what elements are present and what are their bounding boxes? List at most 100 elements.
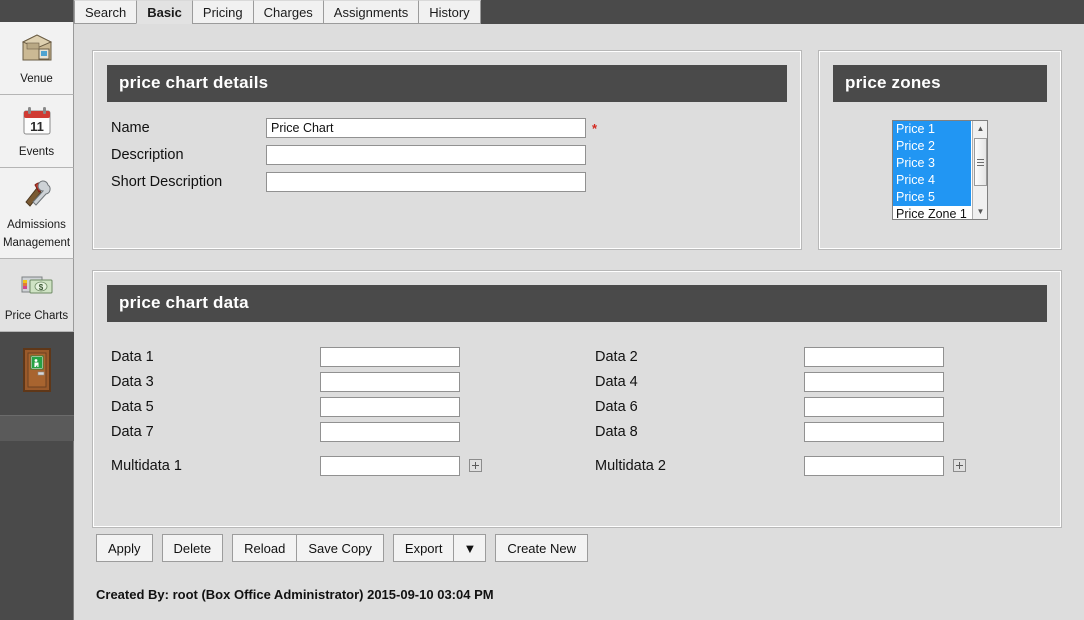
data-row: Multidata 2 (577, 453, 1061, 478)
grip-lines-icon (977, 157, 984, 168)
tab-label: History (429, 4, 470, 20)
apply-group: Apply (96, 534, 153, 562)
price-zones-options: Price 1 Price 2 Price 3 Price 4 Price 5 … (893, 121, 971, 219)
sidebar-exit-area (0, 332, 74, 441)
panel-title: price chart data (107, 285, 1047, 322)
delete-group: Delete (161, 534, 224, 562)
data-label: Data 3 (111, 373, 154, 390)
data-7-input[interactable] (320, 421, 460, 442)
create-new-button[interactable]: Create New (495, 534, 588, 562)
list-item[interactable]: Price Zone 1 (893, 206, 971, 219)
add-multidata-2-icon[interactable] (953, 459, 966, 472)
data-label: Data 1 (111, 348, 154, 365)
data-row: Data 7 (93, 419, 577, 444)
tab-history[interactable]: History (418, 0, 481, 24)
data-label: Multidata 1 (111, 457, 182, 474)
data-label: Data 8 (595, 423, 638, 440)
created-by-footer: Created By: root (Box Office Administrat… (96, 587, 494, 602)
price-chart-data-panel: price chart data Data 1 Data 3 Data 5 Da… (92, 270, 1062, 528)
list-item[interactable]: Price 5 (893, 189, 971, 206)
sidebar-item-label: Admissions Management (2, 219, 71, 249)
data-row: Data 2 (577, 344, 1061, 369)
form-row-short-description: Short Description (111, 172, 801, 192)
data-3-input[interactable] (320, 371, 460, 392)
data-row: Data 5 (93, 394, 577, 419)
export-dropdown-chevron-down-icon[interactable]: ▼ (453, 534, 487, 562)
data-6-input[interactable] (804, 396, 944, 417)
sidebar-top-strip (0, 0, 73, 22)
tab-basic[interactable]: Basic (136, 0, 193, 24)
panel-title: price chart details (107, 65, 787, 102)
sidebar-item-events[interactable]: 11 Events (0, 95, 74, 168)
tab-label: Search (85, 4, 127, 20)
exit-door-icon[interactable] (17, 346, 57, 399)
data-label: Data 2 (595, 348, 638, 365)
data-1-input[interactable] (320, 346, 460, 367)
data-grid: Data 1 Data 3 Data 5 Data 7 Multidata 1 … (93, 344, 1061, 478)
scrollbar-thumb[interactable] (974, 138, 987, 186)
tab-label: Pricing (202, 4, 243, 20)
calendar-icon: 11 (17, 103, 57, 139)
scroll-down-icon[interactable]: ▼ (973, 204, 987, 219)
description-label: Description (111, 147, 184, 163)
sidebar-item-label: Events (18, 146, 55, 158)
reload-save-group: Reload Save Copy (232, 534, 384, 562)
data-label: Multidata 2 (595, 457, 666, 474)
sidebar-item-price-charts[interactable]: $ Price Charts (0, 259, 74, 332)
short-description-input[interactable] (266, 172, 586, 192)
price-zones-listbox[interactable]: Price 1 Price 2 Price 3 Price 4 Price 5 … (892, 120, 988, 220)
add-multidata-1-icon[interactable] (469, 459, 482, 472)
list-item[interactable]: Price 1 (893, 121, 971, 138)
tab-list: Search Basic Pricing Charges Assignments… (74, 0, 1084, 24)
data-row: Data 8 (577, 419, 1061, 444)
description-input[interactable] (266, 145, 586, 165)
multidata-2-input[interactable] (804, 455, 944, 476)
scroll-up-icon[interactable]: ▲ (973, 121, 987, 136)
tools-icon (17, 176, 57, 212)
sidebar-bottom-filler (0, 415, 74, 441)
multidata-1-input[interactable] (320, 455, 460, 476)
tab-pricing[interactable]: Pricing (191, 0, 254, 24)
form-row-name: Name * (111, 118, 801, 138)
data-row: Data 3 (93, 369, 577, 394)
tab-label: Basic (147, 4, 182, 20)
tab-label: Assignments (333, 4, 409, 20)
panel-title: price zones (833, 65, 1047, 102)
list-item[interactable]: Price 2 (893, 138, 971, 155)
sidebar-item-label: Venue (20, 73, 53, 85)
data-column-right: Data 2 Data 4 Data 6 Data 8 Multidata 2 (577, 344, 1061, 478)
action-button-bar: Apply Delete Reload Save Copy Export ▼ C… (96, 534, 597, 562)
apply-button[interactable]: Apply (96, 534, 153, 562)
data-8-input[interactable] (804, 421, 944, 442)
sidebar-item-venue[interactable]: Venue (0, 22, 74, 95)
sidebar: Venue 11 Events Admissions Management $ … (0, 0, 74, 620)
data-2-input[interactable] (804, 346, 944, 367)
export-button[interactable]: Export (392, 534, 455, 562)
reload-button[interactable]: Reload (232, 534, 298, 562)
data-row: Multidata 1 (93, 453, 577, 478)
export-group: Export ▼ (392, 534, 487, 562)
form-row-description: Description (111, 145, 801, 165)
save-copy-button[interactable]: Save Copy (296, 534, 384, 562)
sidebar-item-admissions-management[interactable]: Admissions Management (0, 168, 74, 259)
list-item[interactable]: Price 4 (893, 172, 971, 189)
data-5-input[interactable] (320, 396, 460, 417)
name-input[interactable] (266, 118, 586, 138)
venue-icon (17, 30, 57, 66)
tab-charges[interactable]: Charges (252, 0, 324, 24)
svg-text:$: $ (38, 283, 43, 292)
content-area: price chart details Name * Description S… (74, 24, 1084, 620)
svg-text:11: 11 (30, 119, 44, 134)
tab-search[interactable]: Search (74, 0, 138, 24)
data-4-input[interactable] (804, 371, 944, 392)
tab-assignments[interactable]: Assignments (322, 0, 420, 24)
name-label: Name (111, 120, 150, 136)
money-icon: $ (17, 267, 57, 303)
list-item[interactable]: Price 3 (893, 155, 971, 172)
listbox-scrollbar[interactable]: ▲ ▼ (972, 121, 987, 219)
data-row: Data 6 (577, 394, 1061, 419)
data-label: Data 6 (595, 398, 638, 415)
data-column-left: Data 1 Data 3 Data 5 Data 7 Multidata 1 (93, 344, 577, 478)
create-new-group: Create New (495, 534, 588, 562)
delete-button[interactable]: Delete (161, 534, 224, 562)
